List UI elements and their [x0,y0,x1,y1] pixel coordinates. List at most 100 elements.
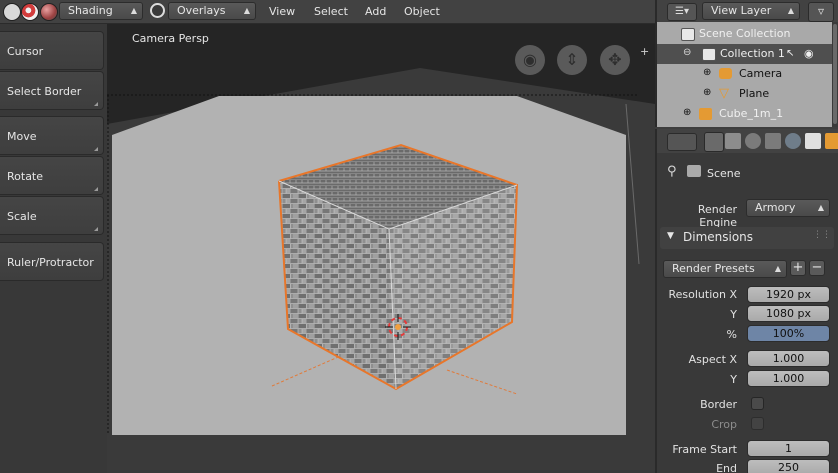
collection-icon [702,48,716,61]
outliner-row-plane[interactable]: ⊕ ▽ Plane [657,84,832,104]
view-layer-tab-icon[interactable] [745,133,761,149]
resolution-x-field[interactable]: 1920 px [747,286,830,303]
expand-toggle-icon: ⊕ [683,107,692,118]
output-tab-icon[interactable] [725,133,741,149]
properties-editor: ⚲ Scene Render Engine Armory ▲ ▼ Dimensi… [655,129,838,473]
camera-object-icon [719,68,732,79]
tool-rotate-label: Rotate [7,170,44,183]
tool-move-label: Move [7,130,37,143]
dropdown-arrows-icon: ▲ [787,6,794,15]
menu-add[interactable]: Add [365,0,386,23]
overlays-dropdown-label: Overlays [177,4,226,17]
dropdown-arrows-icon: ▲ [130,6,137,15]
viewport-header: Shading ▲ Overlays ▲ View Select Add Obj… [0,0,655,24]
tool-move[interactable]: Move [0,116,104,155]
add-region-icon[interactable]: + [640,45,649,58]
viewport-shading-solid-icon[interactable] [3,3,21,21]
border-checkbox[interactable] [751,397,764,410]
frame-end-field[interactable]: 250 [747,459,830,473]
outliner-row-label: Scene Collection [699,27,791,40]
cube-object-icon [699,108,712,120]
menu-object[interactable]: Object [404,0,440,23]
dropdown-arrows-icon: ▲ [817,203,824,212]
dropdown-arrows-icon: ▲ [243,6,250,15]
outliner-row-camera[interactable]: ⊕ Camera [657,64,832,84]
scene-icon [687,165,701,177]
eye-visibility-icon[interactable]: ◉ [804,44,814,64]
aspect-y-label: Y [730,373,737,386]
display-mode-icon[interactable]: ☰▾ [667,3,697,21]
3d-viewport[interactable]: Camera Persp ◉ ⇕ ✥ + [107,24,655,473]
frame-end-label: End [716,462,737,473]
world-tab-icon[interactable] [785,133,801,149]
more-tools-corner-icon [94,187,98,191]
border-label: Border [700,398,737,411]
tool-ruler-protractor[interactable]: Ruler/Protractor [0,242,104,281]
frame-start-field[interactable]: 1 [747,440,830,457]
collection-tab-icon[interactable] [805,133,821,149]
select-arrow-icon[interactable]: ↖ [786,44,794,64]
tool-scale[interactable]: Scale [0,196,104,235]
outliner-row-scene-collection[interactable]: Scene Collection [657,24,832,44]
crop-checkbox[interactable] [751,417,764,430]
remove-preset-button[interactable]: − [809,260,825,276]
menu-view[interactable]: View [269,0,295,23]
outliner-header: ☰▾ View Layer ▲ ▿ [657,0,838,22]
render-engine-label: Render Engine [697,203,737,229]
tool-scale-label: Scale [7,210,37,223]
resolution-x-label: Resolution X [668,288,737,301]
resolution-y-field[interactable]: 1080 px [747,305,830,322]
expand-toggle-icon: ⊖ [683,47,692,58]
render-presets-label: Render Presets [672,262,755,275]
shading-dropdown[interactable]: Shading ▲ [59,2,143,20]
collapse-arrow-icon: ▼ [667,231,674,241]
render-tab-icon[interactable] [704,132,724,152]
resolution-percent-field[interactable]: 100% [747,325,830,342]
view-layer-dropdown[interactable]: View Layer ▲ [702,2,800,20]
view-layer-label: View Layer [711,4,772,17]
drag-handle-icon[interactable]: ⋮⋮ [813,230,831,240]
outliner-row-cube[interactable]: ⊕ Cube_1m_1 [657,104,832,124]
dimensions-title: Dimensions [683,230,754,244]
render-engine-dropdown[interactable]: Armory ▲ [746,199,830,217]
resolution-y-label: Y [730,308,737,321]
aspect-x-field[interactable]: 1.000 [747,350,830,367]
viewport-shading-material-icon[interactable] [21,3,39,21]
scene-tab-icon[interactable] [765,133,781,149]
viewport-scene [107,24,655,473]
tool-cursor-label: Cursor [7,45,44,58]
outliner-row-label: Plane [739,87,770,100]
outliner-row-label: Collection 1 [720,47,785,60]
filter-icon[interactable]: ▿ [808,2,834,22]
orbit-view-icon[interactable]: ⇕ [557,45,587,75]
shading-dropdown-label: Shading [68,4,113,17]
aspect-x-label: Aspect X [688,353,737,366]
frame-start-label: Frame Start [672,443,737,456]
pan-view-icon[interactable]: ✥ [600,45,630,75]
expand-toggle-icon: ⊕ [703,87,712,98]
camera-view-icon[interactable]: ◉ [515,45,545,75]
overlays-globe-icon[interactable] [150,3,165,18]
overlays-dropdown[interactable]: Overlays ▲ [168,2,256,20]
outliner-tree: Scene Collection ⊖ Collection 1 ↖ ◉ ⊕ Ca… [657,22,832,127]
viewport-shading-rendered-icon[interactable] [40,3,58,21]
aspect-y-field[interactable]: 1.000 [747,370,830,387]
outliner: ☰▾ View Layer ▲ ▿ Scene Collection ⊖ Col… [655,0,838,127]
render-presets-dropdown[interactable]: Render Presets ▲ [663,260,787,278]
outliner-row-label: Camera [739,67,783,80]
tool-cursor[interactable]: Cursor [0,31,104,70]
pin-icon[interactable]: ⚲ [667,164,677,179]
outliner-row-collection-1[interactable]: ⊖ Collection 1 ↖ ◉ [657,44,832,64]
editor-type-icon[interactable] [667,133,697,151]
menu-select[interactable]: Select [314,0,348,23]
collection-icon [681,28,695,41]
expand-toggle-icon: ⊕ [703,67,712,78]
more-tools-corner-icon [94,227,98,231]
tool-rotate[interactable]: Rotate [0,156,104,195]
outliner-scrollbar[interactable] [833,24,837,124]
add-preset-button[interactable]: + [790,260,806,276]
object-tab-icon[interactable] [825,133,838,149]
dimensions-panel-header[interactable]: ▼ Dimensions ⋮⋮ [660,227,834,249]
crop-label: Crop [711,418,737,431]
tool-select-border[interactable]: Select Border [0,71,104,110]
